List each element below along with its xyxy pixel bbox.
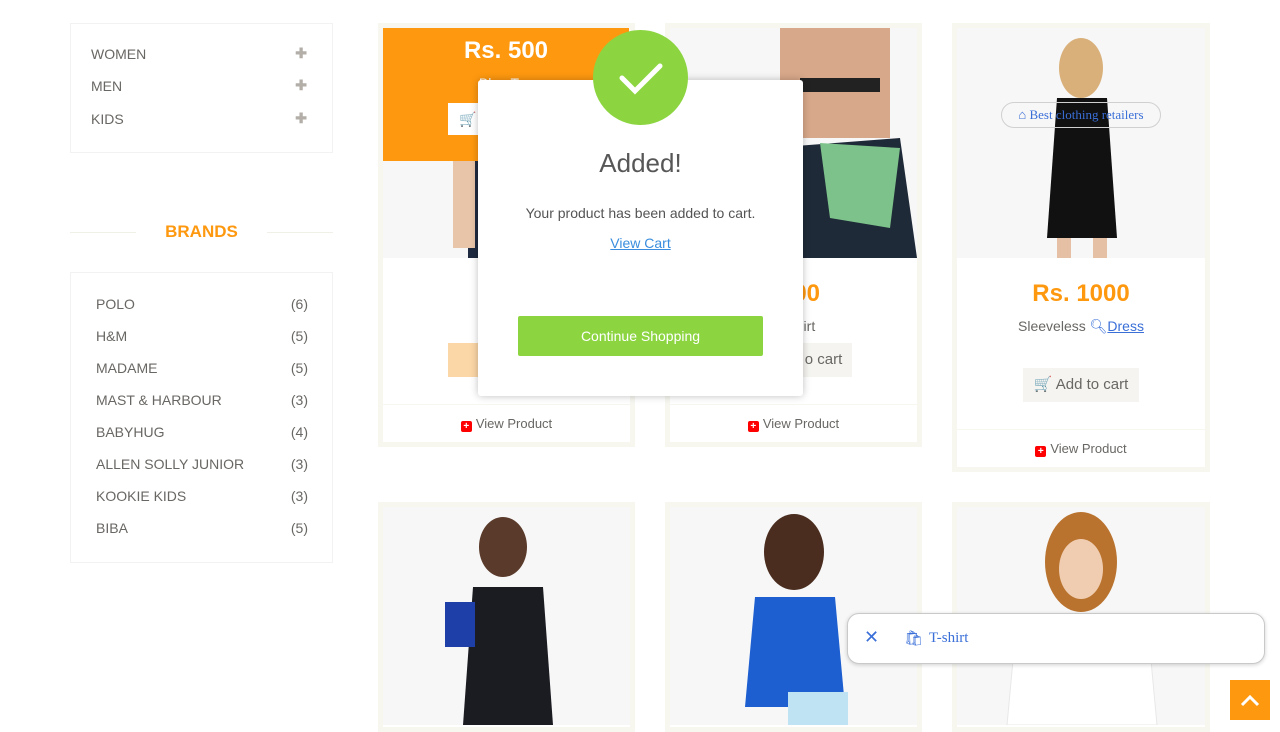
close-icon[interactable]: ✕ — [864, 627, 879, 648]
continue-shopping-button[interactable]: Continue Shopping — [518, 316, 763, 356]
tag-pill-label: Best clothing retailers — [1029, 107, 1144, 122]
cart-icon: 🛒 — [1033, 376, 1053, 393]
view-product-label: View Product — [1050, 441, 1127, 456]
brand-name: BABYHUG — [96, 424, 165, 440]
divider — [267, 232, 333, 233]
product-price: Rs. 1000 — [1032, 280, 1130, 307]
product-tag-link[interactable]: Dress — [1107, 318, 1144, 334]
product-photo — [383, 507, 630, 725]
tag-icon: ⌂ — [1018, 107, 1027, 122]
product-image — [957, 28, 1205, 258]
plus-icon[interactable]: ✚ — [295, 110, 307, 127]
added-to-cart-modal: Added! Your product has been added to ca… — [478, 80, 803, 396]
search-icon: 🔍︎ — [1089, 318, 1108, 334]
modal-title: Added! — [599, 148, 682, 178]
brand-count: (4) — [290, 424, 308, 440]
plus-square-icon: + — [460, 421, 472, 432]
brand-count: (3) — [290, 456, 308, 472]
cart-label: Add to cart — [1055, 376, 1129, 393]
brand-item-kookie-kids[interactable]: KOOKIE KIDS (3) — [96, 488, 308, 504]
add-to-cart-button[interactable]: 🛒 Add to cart — [1023, 368, 1139, 402]
view-product-label: View Product — [475, 416, 553, 431]
brand-name: MAST & HARBOUR — [96, 392, 222, 408]
brand-name: POLO — [96, 296, 135, 312]
view-product-label: View Product — [762, 416, 840, 431]
success-check-icon — [593, 30, 688, 125]
brand-item-mast-harbour[interactable]: MAST & HARBOUR (3) — [96, 392, 308, 408]
shopping-bag-icon: 🛍︎ — [904, 630, 924, 647]
brand-item-madame[interactable]: MADAME (5) — [96, 360, 308, 376]
modal-message: Your product has been added to cart. — [525, 205, 756, 221]
search-suggestion-text[interactable]: T-shirt — [929, 630, 968, 647]
brand-count: (6) — [290, 296, 308, 312]
add-to-cart-button[interactable]: o cart — [795, 343, 852, 377]
plus-icon[interactable]: ✚ — [295, 77, 307, 94]
brand-name: H&M — [96, 328, 128, 344]
view-product-link[interactable]: + View Product — [383, 404, 630, 442]
brand-item-allen-solly[interactable]: ALLEN SOLLY JUNIOR (3) — [96, 456, 308, 472]
brand-count: (5) — [290, 520, 308, 536]
brand-count: (3) — [290, 488, 308, 504]
category-label: MEN — [91, 78, 123, 94]
brands-heading: BRANDS — [70, 222, 333, 242]
category-kids[interactable]: KIDS ✚ — [91, 110, 313, 127]
divider — [70, 232, 136, 233]
plus-square-icon: + — [747, 421, 759, 432]
brand-name: BIBA — [96, 520, 128, 536]
cart-label: o cart — [804, 351, 843, 368]
brand-name: MADAME — [96, 360, 158, 376]
category-label: WOMEN — [91, 46, 147, 62]
brand-count: (5) — [290, 328, 308, 344]
category-panel: WOMEN ✚ MEN ✚ KIDS ✚ — [70, 23, 333, 153]
product-card: Rs. 1000 Sleeveless 🔍︎Dress ⌂ Best cloth… — [952, 23, 1210, 472]
category-men[interactable]: MEN ✚ — [91, 77, 313, 94]
cart-icon: 🛒 — [459, 111, 477, 127]
brand-count: (5) — [290, 360, 308, 376]
brands-title: BRANDS — [165, 222, 238, 241]
brands-panel: POLO (6) H&M (5) MADAME (5) MAST & HARBOUR (… — [70, 272, 333, 563]
plus-square-icon: + — [1035, 446, 1047, 457]
brand-item-hm[interactable]: H&M (5) — [96, 328, 308, 344]
scroll-up-button[interactable] — [1230, 680, 1270, 720]
view-cart-link[interactable]: View Cart — [478, 235, 803, 251]
brand-name: ALLEN SOLLY JUNIOR — [96, 456, 245, 472]
category-label: KIDS — [91, 111, 124, 127]
product-photo — [1047, 38, 1117, 258]
product-card — [378, 502, 635, 732]
product-name: Sleeveless 🔍︎Dress — [957, 318, 1205, 335]
brand-name: KOOKIE KIDS — [96, 488, 187, 504]
retailer-tag-pill[interactable]: ⌂ Best clothing retailers — [1001, 102, 1161, 128]
plus-icon[interactable]: ✚ — [295, 45, 307, 62]
chevron-up-icon — [1240, 694, 1260, 707]
view-product-link[interactable]: + View Product — [670, 404, 917, 442]
brand-count: (3) — [290, 392, 308, 408]
product-name-text: Sleeveless — [1018, 318, 1086, 334]
brand-item-babyhug[interactable]: BABYHUG (4) — [96, 424, 308, 440]
category-women[interactable]: WOMEN ✚ — [91, 45, 313, 62]
search-suggestion-bar: ✕ 🛍︎ T-shirt — [847, 613, 1265, 664]
brand-item-polo[interactable]: POLO (6) — [96, 296, 308, 312]
view-product-link[interactable]: + View Product — [957, 429, 1205, 467]
brand-item-biba[interactable]: BIBA (5) — [96, 520, 308, 536]
checkmark-icon — [619, 63, 663, 95]
